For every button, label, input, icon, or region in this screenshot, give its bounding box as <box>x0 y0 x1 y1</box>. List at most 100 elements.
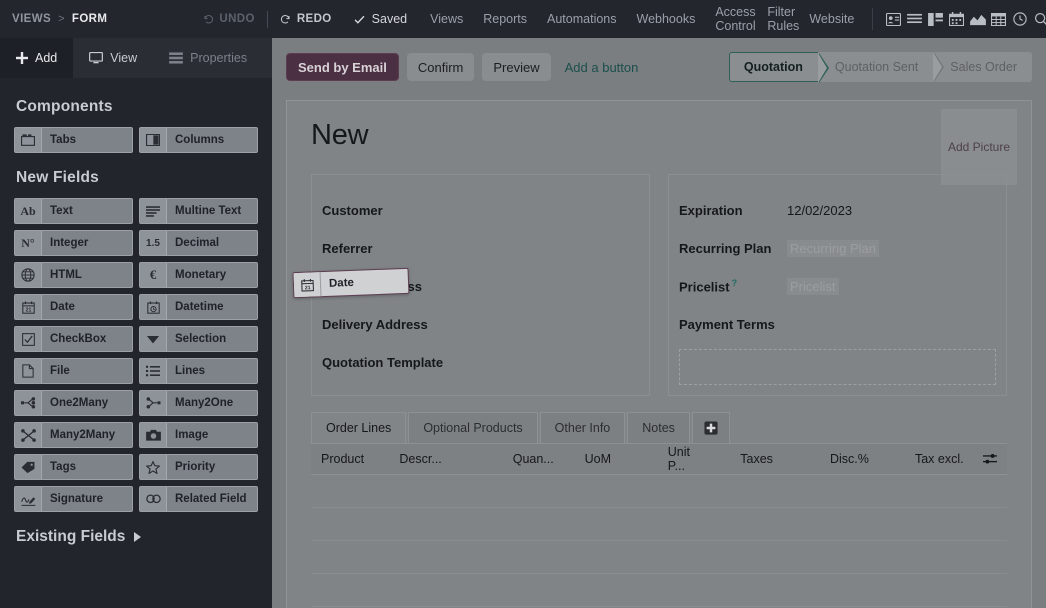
existing-fields-toggle[interactable]: Existing Fields <box>16 528 258 546</box>
field-many2one[interactable]: Many2One <box>139 390 258 416</box>
component-columns[interactable]: Columns <box>139 127 258 153</box>
multiline-text-icon <box>140 199 167 223</box>
status-arrow <box>817 53 827 83</box>
table-row[interactable] <box>311 508 1007 541</box>
column-header-uom[interactable]: UoM <box>565 452 668 466</box>
field-html[interactable]: HTML <box>14 262 133 288</box>
field-integer[interactable]: N° Integer <box>14 230 133 256</box>
sidebar-tab-add[interactable]: Add <box>0 38 74 78</box>
many2one-icon <box>140 391 167 415</box>
value-expiration[interactable]: 12/02/2023 <box>787 203 852 218</box>
label-payment-terms: Payment Terms <box>679 316 775 332</box>
field-decimal[interactable]: 1.5 Decimal <box>139 230 258 256</box>
top-bar: VIEWS > FORM UNDO REDO Saved Views Repor… <box>0 0 1046 38</box>
status-step-quotation[interactable]: Quotation <box>728 52 829 83</box>
column-header-unit-price[interactable]: Unit P... <box>668 445 711 473</box>
nav-link-reports[interactable]: Reports <box>473 12 537 26</box>
value-recurring-plan[interactable]: Recurring Plan <box>787 239 879 257</box>
nav-link-webhooks[interactable]: Webhooks <box>627 12 706 26</box>
field-many2many[interactable]: Many2Many <box>14 422 133 448</box>
help-icon[interactable]: ? <box>732 278 738 288</box>
nav-link-website[interactable]: Website <box>799 12 864 26</box>
component-tabs[interactable]: Tabs <box>14 127 133 153</box>
undo-button[interactable]: UNDO <box>193 13 263 25</box>
field-monetary-label: Monetary <box>175 269 227 281</box>
field-row-payment-terms: Payment Terms <box>679 305 996 343</box>
columns-icon <box>140 128 167 152</box>
column-header-quantity[interactable]: Quan... <box>513 452 565 466</box>
confirm-button[interactable]: Confirm <box>406 53 475 81</box>
value-pricelist[interactable]: Pricelist <box>787 277 839 295</box>
notebook-tab-order-lines[interactable]: Order Lines <box>311 412 407 443</box>
column-header-description[interactable]: Descr... <box>399 452 512 466</box>
field-datetime[interactable]: Datetime <box>139 294 258 320</box>
field-selection[interactable]: Selection <box>139 326 258 352</box>
nav-link-access-control[interactable]: Access Control <box>705 5 757 33</box>
field-many2one-label: Many2One <box>175 397 234 409</box>
dragged-date-field-chip[interactable]: 21 Date <box>292 267 410 299</box>
new-fields-grid: Ab Text Multine Text N° Integer 1.5 Deci… <box>14 198 258 512</box>
record-title: New <box>311 119 369 151</box>
field-related[interactable]: Related Field <box>139 486 258 512</box>
notebook-tab-other-info[interactable]: Other Info <box>539 412 626 443</box>
column-settings-icon[interactable] <box>982 453 997 465</box>
undo-label: UNDO <box>219 13 255 25</box>
nav-link-automations[interactable]: Automations <box>537 12 626 26</box>
sidebar-tab-properties[interactable]: Properties <box>153 38 263 78</box>
notebook-add-tab-button[interactable] <box>691 412 730 443</box>
calendar-view-icon[interactable] <box>946 8 967 30</box>
column-header-taxes[interactable]: Taxes <box>710 452 830 466</box>
table-row[interactable] <box>311 541 1007 574</box>
form-column-right: Expiration 12/02/2023 Recurring Plan Rec… <box>668 174 1007 396</box>
field-image-label: Image <box>175 429 209 441</box>
field-checkbox[interactable]: CheckBox <box>14 326 133 352</box>
field-priority-label: Priority <box>175 461 216 473</box>
kanban-view-icon[interactable] <box>925 8 946 30</box>
breadcrumb-views[interactable]: VIEWS <box>12 13 51 25</box>
field-drop-zone[interactable] <box>679 349 996 385</box>
column-header-product[interactable]: Product <box>321 452 399 466</box>
field-tags[interactable]: Tags <box>14 454 133 480</box>
ab-icon: Ab <box>15 199 42 223</box>
table-row[interactable] <box>311 475 1007 508</box>
caret-down-icon <box>140 327 167 351</box>
redo-label: REDO <box>296 13 332 25</box>
field-monetary[interactable]: € Monetary <box>139 262 258 288</box>
field-image[interactable]: Image <box>139 422 258 448</box>
status-step-quotation-sent[interactable]: Quotation Sent <box>818 52 945 82</box>
nav-link-filter-rules[interactable]: Filter Rules <box>757 5 799 33</box>
graph-view-icon[interactable] <box>967 8 988 30</box>
many2many-icon <box>15 423 42 447</box>
nav-link-views[interactable]: Views <box>420 12 473 26</box>
send-by-email-button[interactable]: Send by Email <box>286 53 399 81</box>
field-priority[interactable]: Priority <box>139 454 258 480</box>
preview-button[interactable]: Preview <box>482 53 551 81</box>
check-icon <box>353 13 366 26</box>
field-signature[interactable]: Signature <box>14 486 133 512</box>
column-header-tax-excl[interactable]: Tax excl. <box>915 452 983 466</box>
status-step-sales-order[interactable]: Sales Order <box>933 52 1032 82</box>
redo-button[interactable]: REDO <box>271 13 341 25</box>
table-row[interactable] <box>311 574 1007 607</box>
calendar-icon: 21 <box>15 295 42 319</box>
field-text[interactable]: Ab Text <box>14 198 133 224</box>
notebook-tab-notes[interactable]: Notes <box>627 412 690 443</box>
field-multiline-text[interactable]: Multine Text <box>139 198 258 224</box>
sidebar-tab-view[interactable]: View <box>73 38 153 78</box>
field-date[interactable]: 21 Date <box>14 294 133 320</box>
field-one2many[interactable]: One2Many <box>14 390 133 416</box>
properties-icon <box>169 52 183 64</box>
search-icon[interactable] <box>1030 8 1046 30</box>
column-header-discount[interactable]: Disc.% <box>830 452 915 466</box>
add-a-button-link[interactable]: Add a button <box>559 53 650 81</box>
activity-view-icon[interactable] <box>1009 8 1030 30</box>
status-step-quotation-label: Quotation <box>743 60 803 74</box>
field-file[interactable]: File <box>14 358 133 384</box>
svg-text:21: 21 <box>304 285 310 291</box>
contact-card-icon[interactable] <box>883 8 904 30</box>
field-lines[interactable]: Lines <box>139 358 258 384</box>
pivot-view-icon[interactable] <box>988 8 1009 30</box>
status-bar: Quotation Quotation Sent Sales Order <box>728 52 1032 83</box>
list-view-icon[interactable] <box>904 8 925 30</box>
notebook-tab-optional-products[interactable]: Optional Products <box>408 412 538 443</box>
